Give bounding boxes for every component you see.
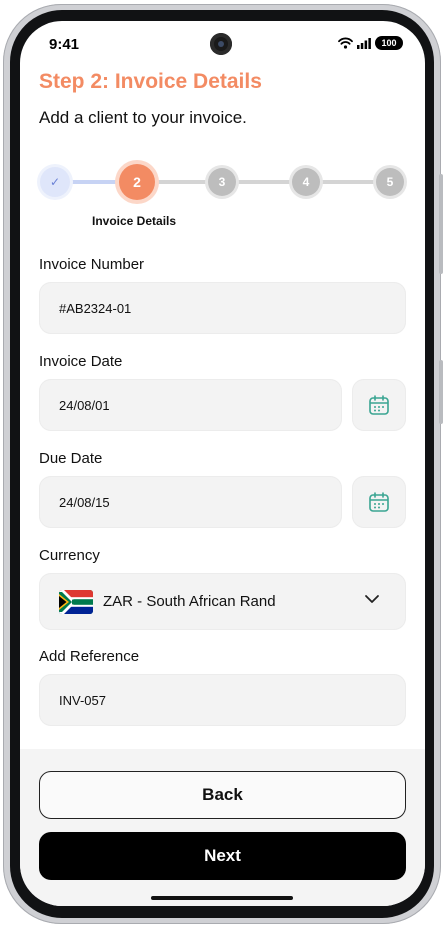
front-camera	[210, 33, 232, 55]
reference-label: Add Reference	[39, 648, 140, 665]
due-date-input[interactable]: 24/08/15	[39, 476, 342, 528]
reference-value: INV-057	[59, 692, 106, 708]
active-step-label: Invoice Details	[92, 214, 177, 228]
currency-label: Currency	[39, 547, 100, 564]
signal-icon	[357, 37, 371, 49]
step-5-indicator[interactable]: 5	[376, 168, 404, 196]
currency-value: ZAR - South African Rand	[103, 593, 276, 610]
wifi-icon	[338, 37, 353, 49]
home-indicator[interactable]	[151, 896, 293, 900]
status-time: 9:41	[49, 36, 80, 53]
page-title: Step 2: Invoice Details	[39, 70, 262, 93]
page-subtitle: Add a client to your invoice.	[39, 108, 247, 127]
invoice-date-label: Invoice Date	[39, 353, 123, 370]
chevron-down-icon	[365, 595, 379, 603]
due-date-label: Due Date	[39, 450, 103, 467]
currency-select[interactable]: ZAR - South African Rand	[39, 573, 406, 630]
invoice-number-input[interactable]: #AB2324-01	[39, 282, 406, 334]
battery-indicator: 100	[375, 36, 403, 50]
step-4-indicator[interactable]: 4	[292, 168, 320, 196]
status-bar: 9:41 100	[20, 21, 425, 67]
back-button[interactable]: Back	[39, 771, 406, 819]
reference-input[interactable]: INV-057	[39, 674, 406, 726]
step-1-indicator[interactable]: ✓	[40, 167, 70, 197]
app-screen: 9:41 100 Step 2: Invoice Details Add a c…	[20, 21, 425, 906]
phone-side-button	[439, 360, 443, 424]
next-button[interactable]: Next	[39, 832, 406, 880]
invoice-number-label: Invoice Number	[39, 256, 145, 273]
south-africa-flag-icon	[59, 589, 93, 614]
invoice-number-value: #AB2324-01	[59, 300, 132, 316]
step-3-indicator[interactable]: 3	[208, 168, 236, 196]
stepper-track-line	[138, 180, 390, 184]
calendar-icon	[369, 492, 389, 512]
step-2-indicator[interactable]: 2	[119, 164, 155, 200]
invoice-date-value: 24/08/01	[59, 397, 110, 413]
phone-side-button	[439, 174, 443, 274]
due-date-value: 24/08/15	[59, 494, 110, 510]
invoice-date-calendar-button[interactable]	[352, 379, 406, 431]
calendar-icon	[369, 395, 389, 415]
due-date-calendar-button[interactable]	[352, 476, 406, 528]
status-icons: 100	[338, 36, 403, 50]
invoice-date-input[interactable]: 24/08/01	[39, 379, 342, 431]
